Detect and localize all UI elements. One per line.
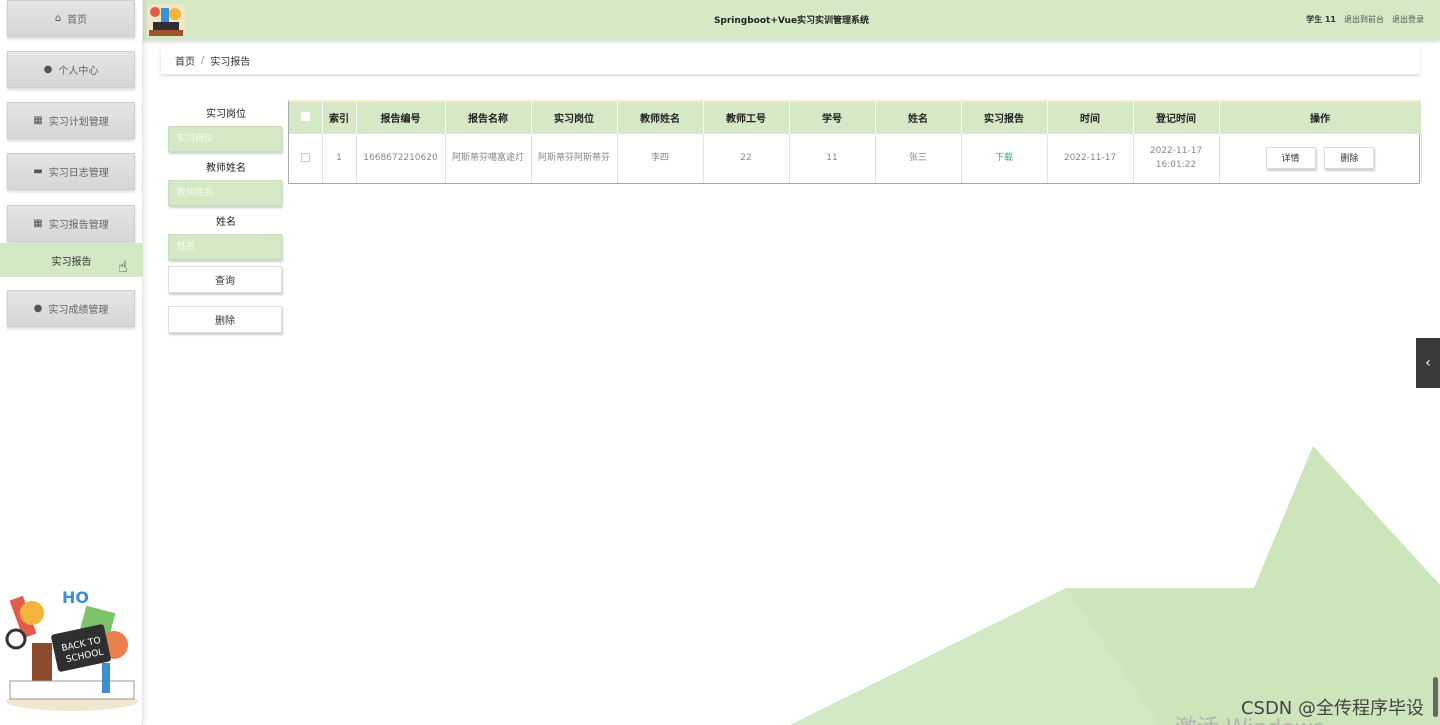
location-icon: ● <box>33 303 43 314</box>
cell-teacher-no: 22 <box>703 132 790 183</box>
search-panel: 实习岗位 教师姓名 姓名 查询 删除 <box>168 104 284 333</box>
breadcrumb: 首页 / 实习报告 <box>161 47 1420 74</box>
column-header: 索引 <box>322 102 357 133</box>
search-label-post: 实习岗位 <box>206 109 246 120</box>
cell-report-no: 1668672210620 <box>356 132 446 183</box>
column-header: 姓名 <box>875 102 962 133</box>
column-header: 学号 <box>789 102 876 133</box>
post-search-input[interactable] <box>168 126 282 152</box>
sidebar-item-label: 实习日志管理 <box>48 168 109 179</box>
delete-button[interactable]: 删除 <box>1324 147 1375 170</box>
row-checkbox[interactable] <box>289 132 323 183</box>
teacher-name-search-input[interactable] <box>168 180 282 206</box>
back-to-school-illustration: HO BACK TO SCHOOL <box>5 588 138 711</box>
breadcrumb-home[interactable]: 首页 <box>175 53 195 68</box>
sidebar-item-log[interactable]: ▬ 实习日志管理 <box>7 153 135 190</box>
briefcase-icon: ▬ <box>33 166 43 177</box>
sidebar-item-report[interactable]: ▦ 实习报告管理 <box>7 205 135 242</box>
cell-name: 张三 <box>875 132 962 183</box>
table-header-row: 索引 报告编号 报告名称 实习岗位 教师姓名 教师工号 学号 姓名 实习报告 时… <box>289 102 1422 133</box>
side-panel-toggle[interactable]: ‹ <box>1416 338 1440 388</box>
cell-time: 2022-11-17 <box>1047 132 1134 183</box>
column-header: 时间 <box>1047 102 1134 133</box>
name-search-input[interactable] <box>168 234 282 260</box>
column-header: 登记时间 <box>1133 102 1220 133</box>
sidebar-item-score[interactable]: ● 实习成绩管理 <box>7 290 135 327</box>
sidebar-item-label: 个人中心 <box>58 66 99 77</box>
batch-delete-button[interactable]: 删除 <box>168 306 282 333</box>
cell-student-no: 11 <box>789 132 876 183</box>
current-user: 学生 11 <box>1306 15 1336 24</box>
top-header: Springboot+Vue实习实训管理系统 学生 11 退出到前台 退出登录 <box>143 0 1440 40</box>
svg-text:HO: HO <box>62 588 89 607</box>
select-all-checkbox[interactable] <box>289 102 323 133</box>
app-title: Springboot+Vue实习实训管理系统 <box>713 16 870 26</box>
cell-report-file: 下载 <box>961 132 1048 183</box>
search-label-name: 姓名 <box>216 217 236 228</box>
sidebar-item-label: 实习成绩管理 <box>48 305 109 316</box>
logout-link[interactable]: 退出登录 <box>1392 14 1424 25</box>
report-table: 索引 报告编号 报告名称 实习岗位 教师姓名 教师工号 学号 姓名 实习报告 时… <box>288 100 1422 184</box>
csdn-watermark: CSDN @全传程序毕设 <box>1240 698 1424 719</box>
detail-button[interactable]: 详情 <box>1265 147 1316 170</box>
grid-icon: ▦ <box>33 218 43 229</box>
sidebar-item-profile[interactable]: ● 个人中心 <box>7 51 135 88</box>
column-header: 实习报告 <box>961 102 1048 133</box>
cell-teacher-name: 李四 <box>617 132 704 183</box>
column-header: 报告编号 <box>356 102 446 133</box>
cell-actions: 详情 删除 <box>1219 132 1422 183</box>
user-icon: ● <box>43 64 53 75</box>
column-header: 操作 <box>1219 102 1422 133</box>
sidebar-item-label: 首页 <box>67 15 88 26</box>
cell-reg-time: 2022-11-17 16:01:22 <box>1133 132 1220 183</box>
column-header: 教师姓名 <box>617 102 704 133</box>
cell-post: 阿斯蒂芬阿斯蒂芬 <box>531 132 618 183</box>
hand-cursor-icon: ☝ <box>118 257 128 276</box>
cell-index: 1 <box>322 132 357 183</box>
breadcrumb-separator: / <box>201 55 205 66</box>
breadcrumb-current: 实习报告 <box>210 57 251 68</box>
table-row: 1 1668672210620 阿斯蒂芬噶富途灯 阿斯蒂芬阿斯蒂芬 李四 22 … <box>289 132 1422 183</box>
home-icon: ⌂ <box>54 13 62 24</box>
chevron-left-icon: ‹ <box>1425 355 1431 371</box>
download-link[interactable]: 下载 <box>995 153 1013 163</box>
sidebar-item-label: 实习报告管理 <box>48 220 109 231</box>
column-header: 报告名称 <box>445 102 532 133</box>
sidebar-item-plan[interactable]: ▦ 实习计划管理 <box>7 102 135 139</box>
query-button[interactable]: 查询 <box>168 266 282 293</box>
grid-icon: ▦ <box>33 115 43 126</box>
search-label-teacher: 教师姓名 <box>206 163 246 174</box>
scrollbar-thumb[interactable] <box>1433 677 1438 717</box>
column-header: 教师工号 <box>703 102 790 133</box>
column-header: 实习岗位 <box>531 102 618 133</box>
sidebar-item-label: 实习计划管理 <box>48 117 109 128</box>
cell-report-name: 阿斯蒂芬噶富途灯 <box>445 132 532 183</box>
sidebar: ⌂ 首页 ● 个人中心 ▦ 实习计划管理 ▬ 实习日志管理 ▦ 实习报告管理 实… <box>0 0 143 725</box>
sidebar-item-home[interactable]: ⌂ 首页 <box>7 0 135 37</box>
back-to-frontend-link[interactable]: 退出到前台 <box>1344 14 1384 25</box>
